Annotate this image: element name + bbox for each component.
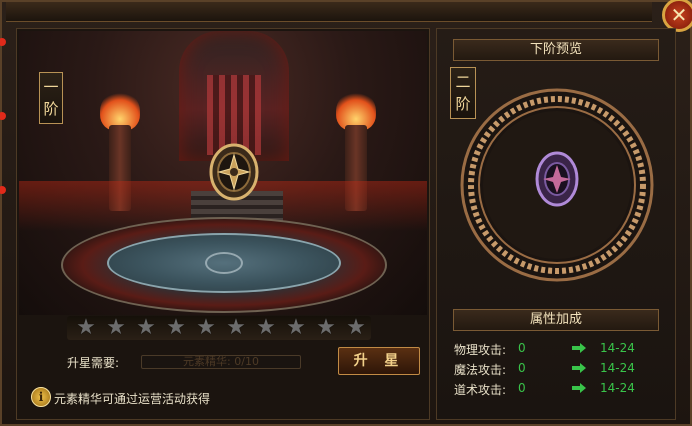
arrow-right-icon [572,343,586,353]
star-icon: ★ [316,315,336,340]
rank-char: 一 [43,78,59,96]
next-preview-header: 下阶预览 [453,39,659,61]
star-icon: ★ [346,315,366,340]
star-icon: ★ [256,315,276,340]
temple-gate [179,31,289,161]
rank-char: 阶 [43,100,59,118]
attribute-bonus-header: 属性加成 [453,309,659,331]
star-icon: ★ [286,315,306,340]
attr-row-taoist: 道术攻击: 0 14-24 [454,381,664,397]
essence-progress-text: 元素精华: 0/10 [183,355,259,368]
current-stage-panel: 一 阶 ★ ★ ★ ★ ★ ★ ★ ★ ★ ★ 升星需要: 元素精华: 0/10 升 星 i 元素… [16,28,430,420]
star-icon: ★ [136,315,156,340]
star-rating: ★ ★ ★ ★ ★ ★ ★ ★ ★ ★ [67,316,371,340]
attr-name: 物理攻击: [454,343,507,357]
next-stage-panel: 下阶预览 二 阶 属性加成 物理攻击: 0 14-24 魔法攻击: 0 14-2… [436,28,676,420]
attr-row-physical: 物理攻击: 0 14-24 [454,341,664,357]
current-rank-badge: 一 阶 [39,72,63,124]
attr-next-value: 14-24 [600,341,635,355]
star-icon: ★ [106,315,126,340]
temple-scene [19,31,427,315]
altar-sigil [205,252,243,274]
attr-name: 魔法攻击: [454,363,507,377]
attr-current-value: 0 [518,341,526,355]
attr-next-value: 14-24 [600,381,635,395]
essence-progress-bar: 元素精华: 0/10 [141,355,301,369]
window-titlebar [6,2,652,22]
star-icon: ★ [226,315,246,340]
attr-name: 道术攻击: [454,383,507,397]
arrow-right-icon [572,363,586,373]
close-icon: ✕ [670,3,688,27]
star-icon: ★ [166,315,186,340]
essence-source-hint: 元素精华可通过运营活动获得 [54,392,211,406]
attr-next-value: 14-24 [600,361,635,375]
purple-medallion-icon [535,151,579,207]
info-icon[interactable]: i [31,387,51,407]
attr-current-value: 0 [518,361,526,375]
current-medallion-icon[interactable] [209,143,259,201]
star-icon: ★ [196,315,216,340]
upgrade-requirement-label: 升星需要: [67,356,120,370]
next-medallion-preview[interactable] [457,87,657,283]
upgrade-star-button[interactable]: 升 星 [338,347,420,375]
star-icon: ★ [76,315,96,340]
arrow-right-icon [572,383,586,393]
attr-row-magic: 魔法攻击: 0 14-24 [454,361,664,377]
attr-current-value: 0 [518,381,526,395]
